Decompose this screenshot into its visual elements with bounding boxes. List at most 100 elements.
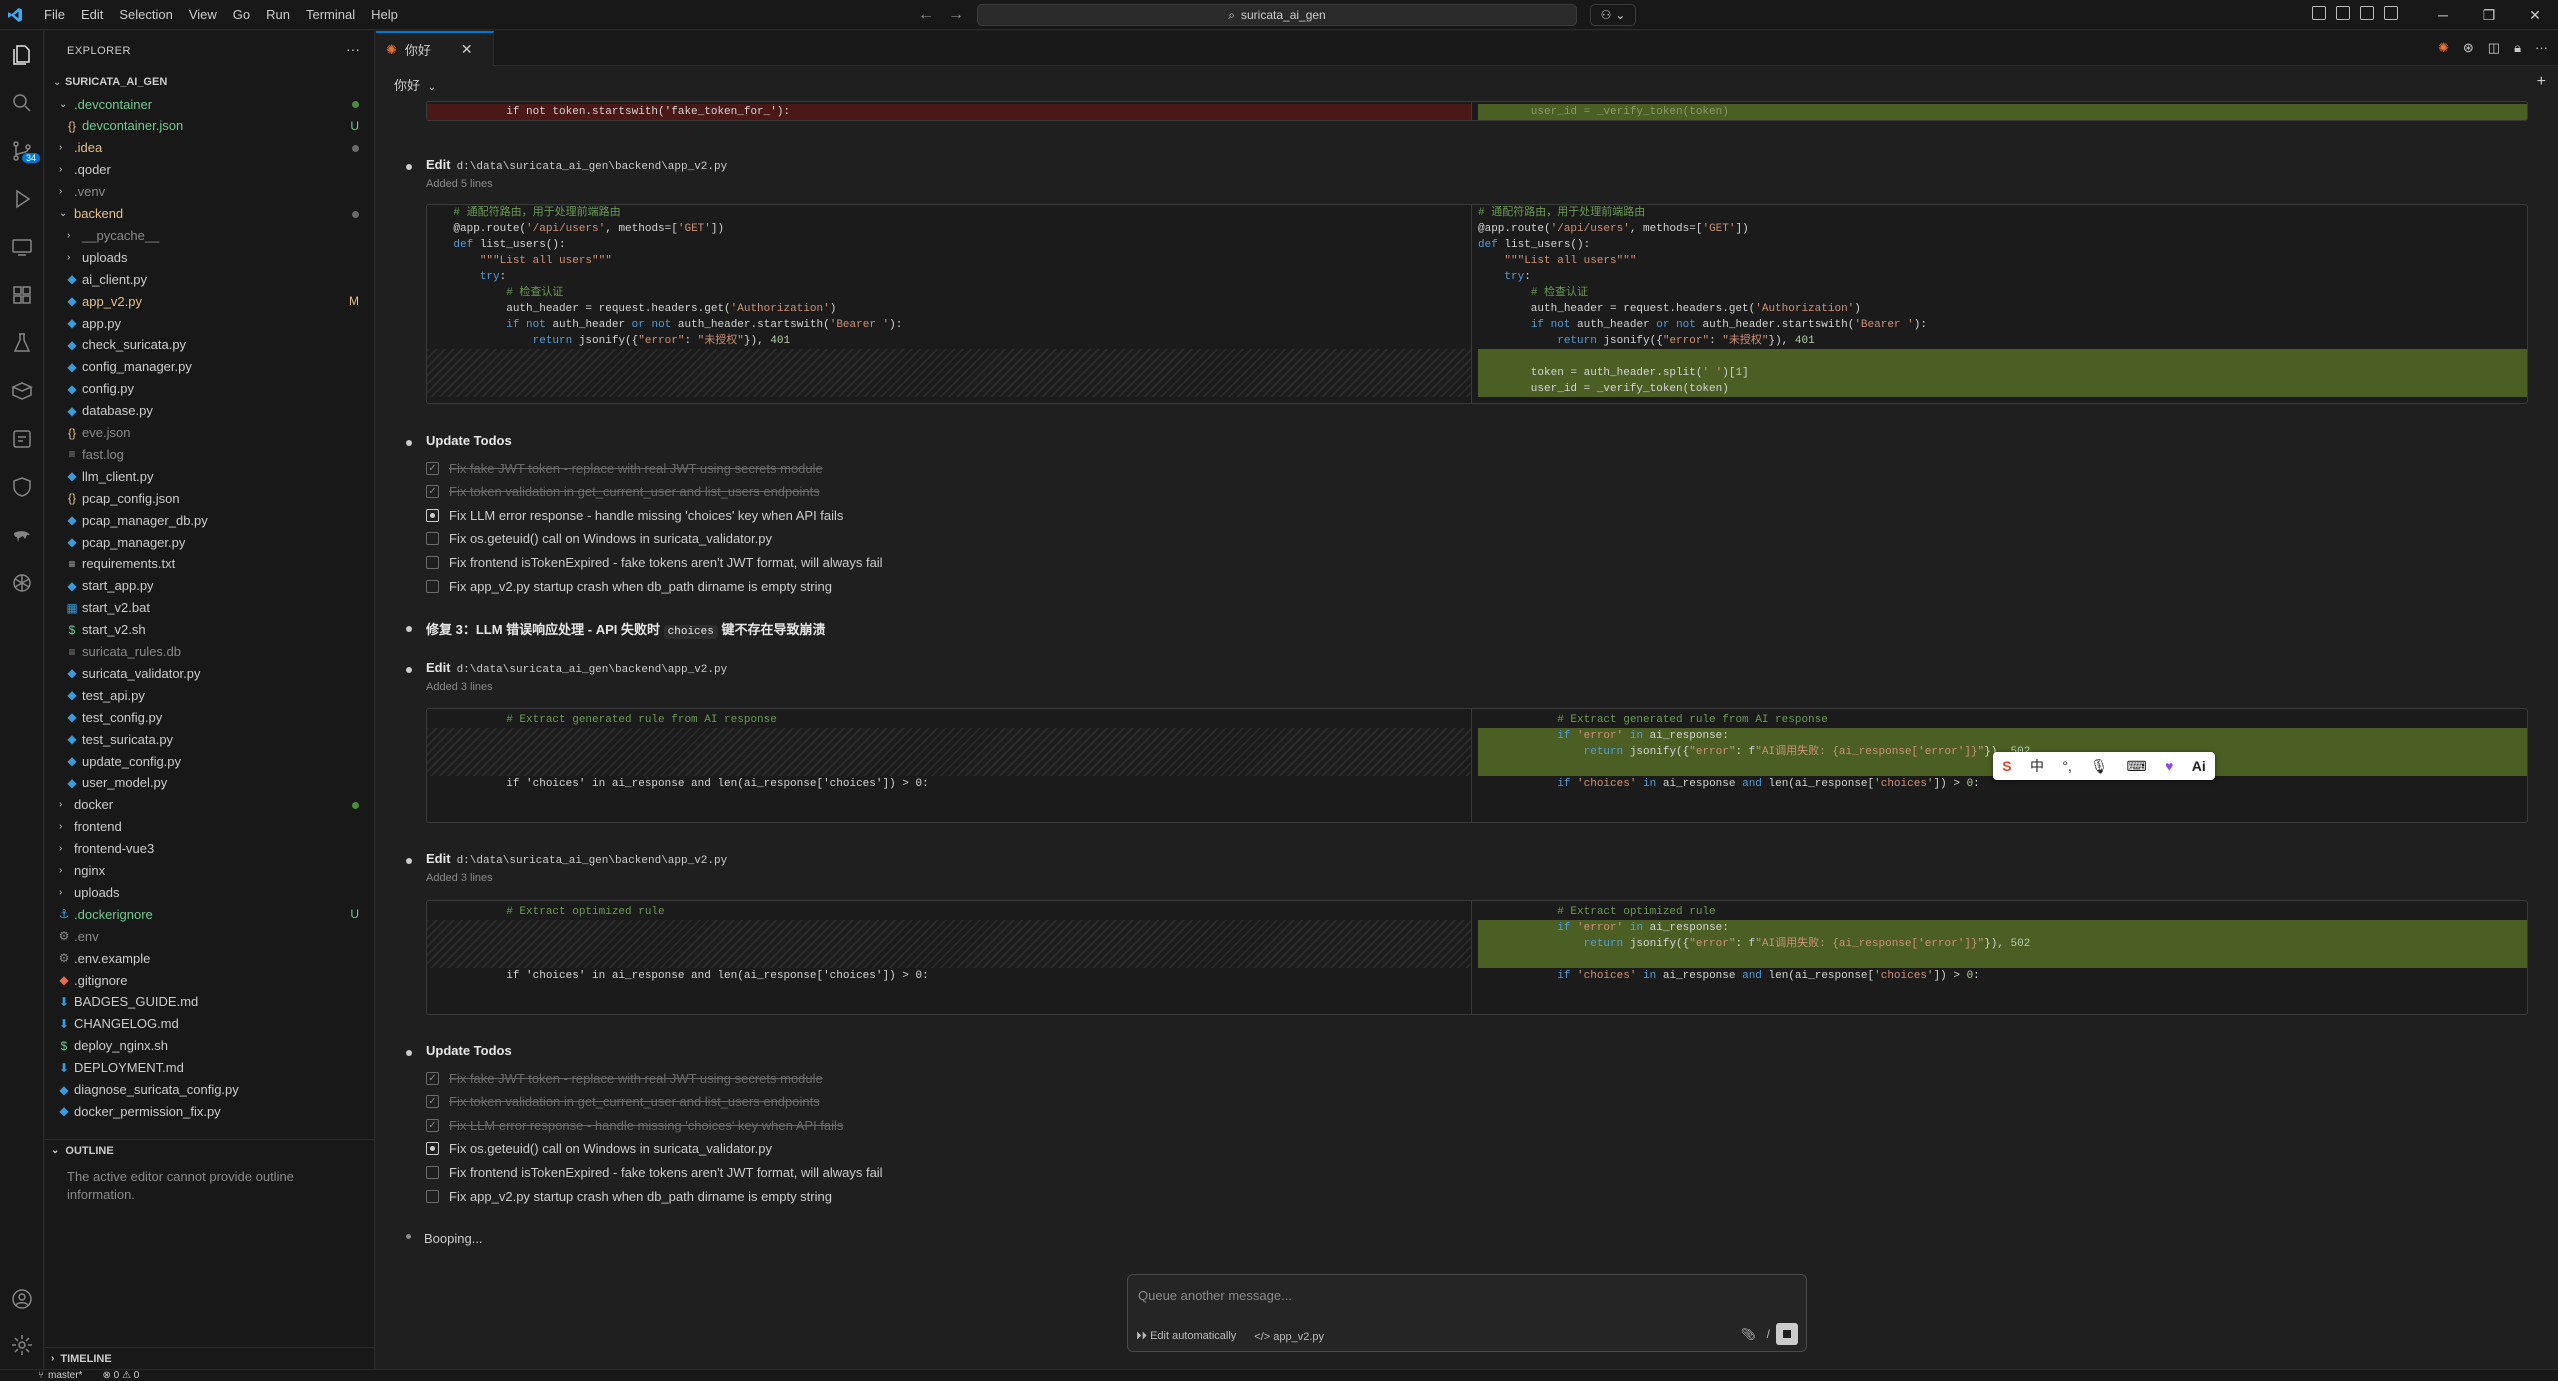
explorer-file[interactable]: ◆ ai_client.py <box>45 268 375 290</box>
testing-icon[interactable] <box>8 329 36 357</box>
explorer-file[interactable]: ◆ config.py <box>45 378 375 400</box>
forward-arrow-icon[interactable]: → <box>948 6 964 24</box>
conversation-title-dropdown[interactable]: 你好 ⌄ <box>394 75 436 94</box>
explorer-folder[interactable]: › .venv <box>45 181 375 203</box>
skin-icon[interactable]: ♥ <box>2165 758 2173 774</box>
outline-section-header[interactable]: ⌄ OUTLINE <box>45 1139 375 1161</box>
sogou-logo-icon[interactable]: S <box>2002 758 2011 774</box>
more-actions-icon[interactable]: ··· <box>2535 40 2548 56</box>
split-editor-icon[interactable]: ◫ <box>2488 40 2500 56</box>
explorer-file[interactable]: ◆ suricata_validator.py <box>45 662 375 684</box>
stop-button[interactable] <box>1776 1323 1798 1345</box>
more-actions-icon[interactable]: ··· <box>346 41 360 57</box>
attach-paperclip-icon[interactable]: 📎︎ <box>1741 1327 1756 1341</box>
account-icon[interactable] <box>8 1285 36 1313</box>
explorer-file[interactable]: ◆ diagnose_suricata_config.py <box>45 1079 375 1101</box>
explorer-file[interactable]: ◆ update_config.py <box>45 750 375 772</box>
containers-icon[interactable] <box>8 377 36 405</box>
ime-ai-button[interactable]: Ai <box>2192 758 2206 774</box>
kangaroo-extension-icon[interactable] <box>8 521 36 549</box>
context-file-button[interactable]: </> app_v2.py <box>1254 1331 1324 1343</box>
explorer-folder[interactable]: › .qoder <box>45 159 375 181</box>
menu-item-go[interactable]: Go <box>225 7 258 22</box>
command-center-search[interactable]: ⌕ suricata_ai_gen <box>977 4 1577 26</box>
branch-label[interactable]: master* <box>48 1370 82 1381</box>
slash-command-icon[interactable]: / <box>1767 1327 1770 1341</box>
explorer-folder[interactable]: › frontend <box>45 816 375 838</box>
openai-icon[interactable]: ⊛ <box>2463 40 2474 56</box>
explorer-folder[interactable]: › docker <box>45 794 375 816</box>
explorer-file[interactable]: $ start_v2.sh <box>45 619 375 641</box>
explorer-file[interactable]: $ deploy_nginx.sh <box>45 1035 375 1057</box>
back-arrow-icon[interactable]: ← <box>918 6 934 24</box>
problems-indicator[interactable]: ⊗ 0 ⚠ 0 <box>102 1370 139 1381</box>
explorer-file[interactable]: ◆ docker_permission_fix.py <box>45 1100 375 1122</box>
explorer-folder[interactable]: ⌄ backend <box>45 203 375 225</box>
explorer-file[interactable]: ⬇︎ DEPLOYMENT.md <box>45 1057 375 1079</box>
restore-icon[interactable]: ❐ <box>2466 7 2512 24</box>
explorer-file[interactable]: ◆ check_suricata.py <box>45 334 375 356</box>
menu-item-help[interactable]: Help <box>363 7 406 22</box>
explorer-file[interactable]: ◆ test_api.py <box>45 684 375 706</box>
keyboard-icon[interactable]: ⌨︎ <box>2126 758 2146 775</box>
explorer-file[interactable]: {} devcontainer.json U <box>45 115 375 137</box>
close-tab-icon[interactable]: ✕ <box>461 41 473 58</box>
explorer-file[interactable]: {} pcap_config.json <box>45 487 375 509</box>
explorer-file[interactable]: ⚙︎ .env <box>45 925 375 947</box>
explorer-icon[interactable] <box>8 41 36 69</box>
explorer-file[interactable]: ⚓︎ .dockerignore U <box>45 903 375 925</box>
menu-item-selection[interactable]: Selection <box>111 7 180 22</box>
explorer-file[interactable]: ◆ app.py <box>45 312 375 334</box>
extensions-icon[interactable] <box>8 281 36 309</box>
menu-item-terminal[interactable]: Terminal <box>298 7 363 22</box>
openai-icon[interactable] <box>8 569 36 597</box>
explorer-file[interactable]: ◆ .gitignore <box>45 969 375 991</box>
explorer-folder[interactable]: › nginx <box>45 860 375 882</box>
ime-chinese-mode[interactable]: 中 <box>2030 756 2044 776</box>
lock-icon[interactable]: 🔒︎ <box>2514 40 2521 56</box>
explorer-file[interactable]: ◆ test_suricata.py <box>45 728 375 750</box>
explorer-file[interactable]: ⚙︎ .env.example <box>45 947 375 969</box>
toggle-primary-sidebar-icon[interactable] <box>2312 6 2326 20</box>
minimize-icon[interactable]: ─ <box>2420 7 2466 23</box>
queue-message-input[interactable] <box>1138 1285 1778 1305</box>
explorer-folder[interactable]: ⌄ .devcontainer <box>45 93 375 115</box>
new-chat-plus-icon[interactable]: + <box>2537 73 2546 91</box>
run-debug-icon[interactable] <box>8 185 36 213</box>
explorer-file[interactable]: ≡ requirements.txt <box>45 553 375 575</box>
explorer-folder[interactable]: › uploads <box>45 246 375 268</box>
explorer-file[interactable]: ◆ test_config.py <box>45 706 375 728</box>
explorer-file[interactable]: ≡ suricata_rules.db <box>45 641 375 663</box>
claude-icon[interactable]: ✺ <box>2438 40 2449 56</box>
copilot-button[interactable]: ⚇ ⌄ <box>1590 4 1636 26</box>
explorer-file[interactable]: ≡ fast.log <box>45 443 375 465</box>
edit-path[interactable]: d:\data\suricata_ai_gen\backend\app_v2.p… <box>457 664 728 676</box>
explorer-file[interactable]: ◆ user_model.py <box>45 772 375 794</box>
menu-item-run[interactable]: Run <box>258 7 298 22</box>
tab-chat[interactable]: ✺ 你好 ✕ <box>376 31 494 66</box>
toggle-secondary-sidebar-icon[interactable] <box>2360 6 2374 20</box>
explorer-folder[interactable]: › uploads <box>45 881 375 903</box>
explorer-file[interactable]: ⬇︎ BADGES_GUIDE.md <box>45 991 375 1013</box>
close-window-icon[interactable]: ✕ <box>2512 7 2558 24</box>
menu-item-view[interactable]: View <box>181 7 225 22</box>
explorer-file[interactable]: ◆ pcap_manager_db.py <box>45 509 375 531</box>
toggle-panel-icon[interactable] <box>2336 6 2350 20</box>
menu-item-edit[interactable]: Edit <box>73 7 111 22</box>
search-icon[interactable] <box>8 89 36 117</box>
explorer-file[interactable]: {} eve.json <box>45 422 375 444</box>
timeline-section-header[interactable]: › TIMELINE <box>45 1347 375 1369</box>
explorer-file[interactable]: ◆ config_manager.py <box>45 356 375 378</box>
explorer-file[interactable]: ⬇︎ CHANGELOG.md <box>45 1013 375 1035</box>
edit-path[interactable]: d:\data\suricata_ai_gen\backend\app_v2.p… <box>457 161 728 173</box>
punctuation-icon[interactable]: °, <box>2062 758 2072 774</box>
workspace-root[interactable]: ⌄ SURICATA_AI_GEN <box>45 71 375 93</box>
source-control-icon[interactable]: 34 <box>8 137 41 165</box>
explorer-file[interactable]: ◆ llm_client.py <box>45 465 375 487</box>
edit-mode-button[interactable]: ⏵⏵ Edit automatically <box>1136 1330 1236 1343</box>
explorer-folder[interactable]: › frontend-vue3 <box>45 838 375 860</box>
explorer-file[interactable]: ◆ app_v2.py M <box>45 290 375 312</box>
explorer-folder[interactable]: › .idea <box>45 137 375 159</box>
microphone-icon[interactable]: 🎙︎ <box>2090 758 2108 775</box>
explorer-file[interactable]: ◆ start_app.py <box>45 575 375 597</box>
